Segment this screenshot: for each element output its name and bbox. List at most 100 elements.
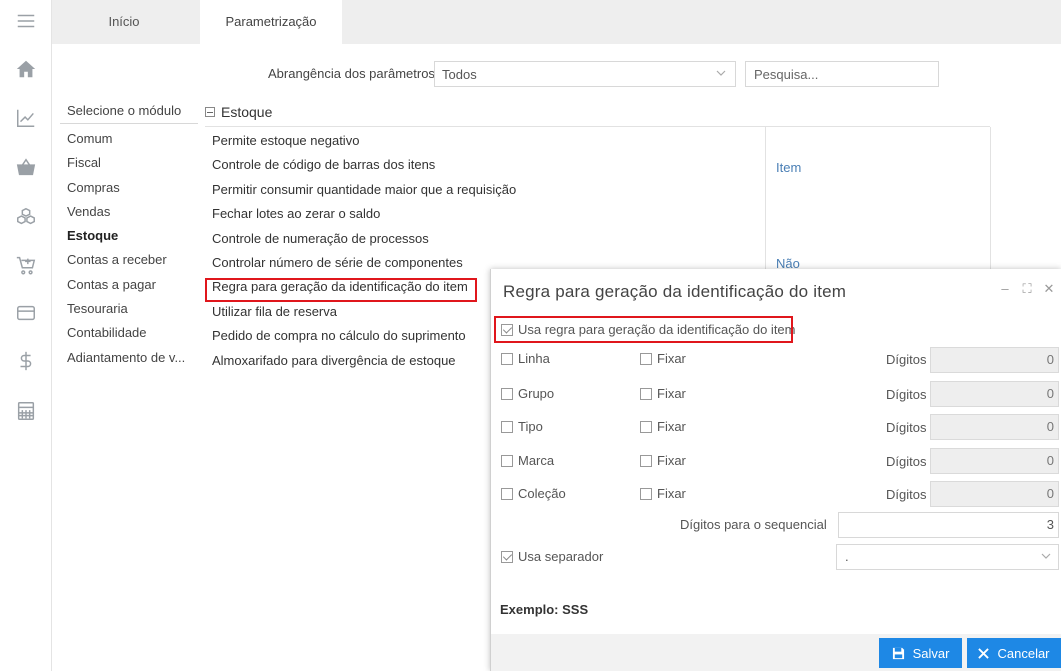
- module-list: Comum Fiscal Compras Vendas Estoque Cont…: [67, 129, 185, 372]
- linha-checkbox[interactable]: Linha: [501, 351, 550, 366]
- cancel-button[interactable]: Cancelar: [967, 638, 1061, 668]
- tab-bar: Início Parametrização: [52, 0, 1061, 44]
- module-item-tesouraria[interactable]: Tesouraria: [67, 299, 185, 323]
- colecao-label: Coleção: [518, 486, 566, 501]
- grupo-digits-field[interactable]: 0: [930, 381, 1059, 407]
- scope-value: Todos: [442, 67, 477, 82]
- menu-icon[interactable]: [13, 8, 39, 34]
- dialog-title: Regra para geração da identificação do i…: [503, 282, 847, 301]
- param-row[interactable]: Controlar número de série de componentes: [212, 253, 516, 277]
- module-item-estoque[interactable]: Estoque: [67, 226, 185, 250]
- minimize-icon[interactable]: –: [999, 281, 1011, 297]
- highlight-box-rule: [494, 316, 793, 343]
- param-values-column: [765, 127, 991, 271]
- checkbox-icon: [640, 387, 652, 400]
- module-item-contas-a-pagar[interactable]: Contas a pagar: [67, 275, 185, 299]
- linha-fix-checkbox[interactable]: Fixar: [640, 351, 686, 366]
- scope-select[interactable]: Todos: [434, 61, 736, 87]
- checkbox-icon: [501, 454, 513, 467]
- chevron-down-icon: [716, 70, 726, 76]
- module-item-contabilidade[interactable]: Contabilidade: [67, 323, 185, 347]
- param-value-barcode[interactable]: Item: [776, 160, 801, 175]
- save-icon: [892, 647, 905, 660]
- cancel-label: Cancelar: [997, 645, 1050, 661]
- card-icon[interactable]: [13, 300, 39, 326]
- module-item-contas-a-receber[interactable]: Contas a receber: [67, 250, 185, 274]
- module-item-compras[interactable]: Compras: [67, 178, 185, 202]
- digits-label: Dígitos: [886, 454, 927, 469]
- param-row[interactable]: Almoxarifado para divergência de estoque: [212, 351, 516, 375]
- colecao-fix-checkbox[interactable]: Fixar: [640, 486, 686, 501]
- checkbox-icon: [640, 420, 652, 433]
- checkbox-icon: [501, 487, 513, 500]
- checkbox-icon: [501, 420, 513, 433]
- digits-label: Dígitos: [886, 387, 927, 402]
- param-row[interactable]: Permitir consumir quantidade maior que a…: [212, 180, 516, 204]
- param-row[interactable]: Fechar lotes ao zerar o saldo: [212, 204, 516, 228]
- marca-digits-field[interactable]: 0: [930, 448, 1059, 474]
- tipo-checkbox[interactable]: Tipo: [501, 419, 543, 434]
- separator-checkbox[interactable]: Usa separador: [501, 549, 603, 564]
- param-row[interactable]: Pedido de compra no cálculo do supriment…: [212, 326, 516, 350]
- digits-label: Dígitos: [886, 352, 927, 367]
- linha-label: Linha: [518, 351, 550, 366]
- chevron-down-icon: [1041, 553, 1051, 559]
- section-header[interactable]: Estoque: [205, 104, 272, 120]
- marca-checkbox[interactable]: Marca: [501, 453, 554, 468]
- boxes-icon[interactable]: [13, 204, 39, 230]
- module-item-fiscal[interactable]: Fiscal: [67, 153, 185, 177]
- param-row[interactable]: Utilizar fila de reserva: [212, 302, 516, 326]
- example-text: Exemplo: SSS: [500, 602, 589, 617]
- fix-label: Fixar: [657, 419, 686, 434]
- module-item-adiantamento[interactable]: Adiantamento de v...: [67, 348, 185, 372]
- tipo-label: Tipo: [518, 419, 543, 434]
- save-label: Salvar: [912, 645, 950, 661]
- basket-icon[interactable]: [13, 154, 39, 180]
- close-icon[interactable]: ✕: [1043, 281, 1055, 297]
- colecao-checkbox[interactable]: Coleção: [501, 486, 566, 501]
- marca-fix-checkbox[interactable]: Fixar: [640, 453, 686, 468]
- save-button[interactable]: Salvar: [879, 638, 962, 668]
- fix-label: Fixar: [657, 351, 686, 366]
- param-row[interactable]: Permite estoque negativo: [212, 131, 516, 155]
- separator-value: .: [845, 549, 849, 564]
- colecao-digits-field[interactable]: 0: [930, 481, 1059, 507]
- digits-label: Dígitos: [886, 420, 927, 435]
- checkbox-icon: [501, 387, 513, 400]
- tipo-digits-field[interactable]: 0: [930, 414, 1059, 440]
- calculator-icon[interactable]: [13, 398, 39, 424]
- maximize-icon[interactable]: ⛶: [1021, 281, 1033, 297]
- cart-add-icon[interactable]: [13, 252, 39, 278]
- fix-label: Fixar: [657, 386, 686, 401]
- highlight-box-param: [205, 278, 477, 302]
- separator-label: Usa separador: [518, 549, 604, 564]
- module-list-header: Selecione o módulo: [60, 100, 198, 124]
- scope-label: Abrangência dos parâmetros: [268, 66, 435, 81]
- chart-icon[interactable]: [13, 105, 39, 131]
- search-input[interactable]: [745, 61, 939, 87]
- checkbox-icon: [640, 352, 652, 365]
- module-item-vendas[interactable]: Vendas: [67, 202, 185, 226]
- marca-label: Marca: [518, 453, 555, 468]
- collapse-icon: [205, 107, 215, 117]
- linha-digits-field[interactable]: 0: [930, 347, 1059, 373]
- tab-inicio[interactable]: Início: [52, 0, 196, 44]
- fix-label: Fixar: [657, 453, 686, 468]
- param-row[interactable]: Controle de numeração de processos: [212, 229, 516, 253]
- checkbox-icon: [640, 487, 652, 500]
- home-icon[interactable]: [13, 56, 39, 82]
- close-icon: [978, 647, 990, 659]
- sequential-field[interactable]: 3: [838, 512, 1059, 538]
- separator-select[interactable]: .: [836, 544, 1059, 570]
- tab-parametrizacao[interactable]: Parametrização: [200, 0, 342, 44]
- dollar-icon[interactable]: [13, 348, 39, 374]
- fix-label: Fixar: [657, 486, 686, 501]
- module-item-comum[interactable]: Comum: [67, 129, 185, 153]
- param-row[interactable]: Controle de código de barras dos itens: [212, 155, 516, 179]
- param-list: Permite estoque negativo Controle de cód…: [212, 131, 516, 375]
- tipo-fix-checkbox[interactable]: Fixar: [640, 419, 686, 434]
- sequential-label: Dígitos para o sequencial: [680, 517, 827, 532]
- grupo-fix-checkbox[interactable]: Fixar: [640, 386, 686, 401]
- checkbox-icon: [640, 454, 652, 467]
- grupo-checkbox[interactable]: Grupo: [501, 386, 554, 401]
